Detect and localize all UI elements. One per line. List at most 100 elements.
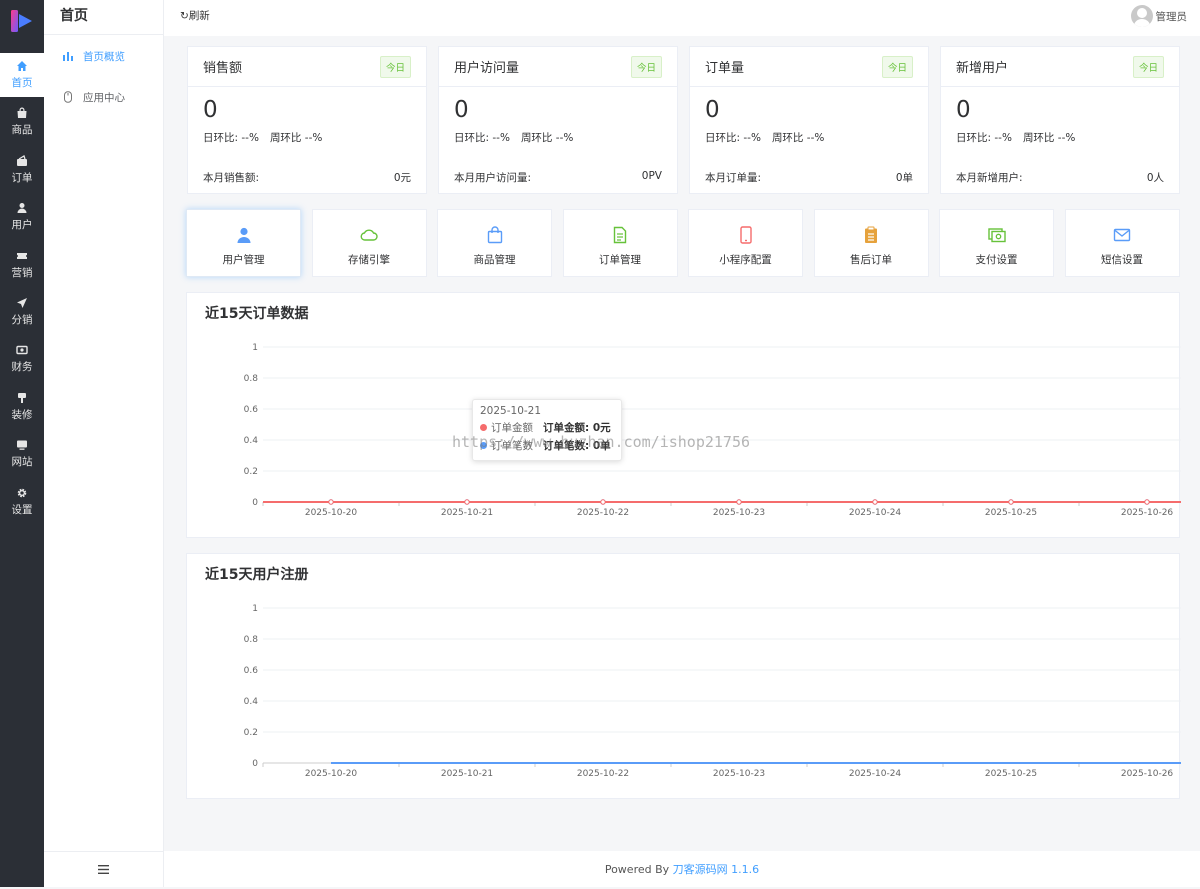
x-tick-label: 2025-10-21	[441, 508, 493, 518]
stat-title: 订单量	[705, 61, 745, 76]
rail-item-8[interactable]: 网站	[0, 432, 44, 476]
day-ratio: 日环比: --%	[203, 132, 259, 144]
user-chart-panel: 近15天用户注册 0 0.2 0.4 0.6 0.8 1 2025-10-20 2025-10…	[186, 553, 1181, 799]
x-tick-label: 2025-10-23	[713, 508, 765, 518]
order-chart-panel: 近15天订单数据 0 0.2 0.4 0.6 0.8 1 2025-10-20 2025-10…	[186, 292, 1181, 538]
rail-item-3[interactable]: 用户	[0, 195, 44, 239]
quick-entry-label: 小程序配置	[719, 254, 772, 266]
stat-value: 0	[454, 97, 469, 123]
stat-card-header: 销售额 今日	[188, 47, 426, 87]
rail-item-label: 用户	[11, 219, 33, 232]
money-icon	[16, 346, 28, 355]
y-tick-label: 0.6	[244, 405, 259, 415]
quick-entry-label: 订单管理	[599, 254, 641, 266]
y-tick-label: 1	[252, 604, 258, 614]
brush-icon	[18, 392, 26, 403]
data-point	[736, 499, 742, 505]
data-point	[1008, 499, 1014, 505]
stat-value: 0	[705, 97, 720, 123]
series-dot	[480, 424, 487, 431]
rail-item-label: 订单	[11, 171, 33, 184]
quick-entry[interactable]: 售后订单	[813, 209, 929, 277]
rail-item-9[interactable]: 设置	[0, 480, 44, 524]
stat-ratios: 日环比: --% 周环比 --%	[956, 130, 1086, 145]
rail-item-label: 商品	[11, 124, 33, 137]
month-label: 本月新增用户:	[956, 172, 1023, 184]
stat-ratios: 日环比: --% 周环比 --%	[454, 130, 584, 145]
gear-icon	[17, 488, 27, 497]
main-nav-rail: 首页商品订单用户营销分销财务装修网站设置	[0, 0, 44, 887]
quick-entry[interactable]: 支付设置	[939, 209, 1054, 277]
user-name: 管理员	[1155, 10, 1188, 23]
quick-entry[interactable]: 商品管理	[437, 209, 552, 277]
stat-value: 0	[956, 97, 971, 123]
day-ratio: 日环比: --%	[956, 132, 1012, 144]
rail-item-label: 营销	[11, 266, 33, 279]
user-line-chart: 0 0.2 0.4 0.6 0.8 1 2025-10-20 2025-10-21 2025-1…	[244, 604, 1181, 779]
rail-item-label: 网站	[11, 456, 33, 469]
y-tick-label: 0.2	[244, 728, 258, 738]
stat-month: 本月新增用户: 0人	[956, 170, 1164, 185]
sub-item-label: 首页概览	[83, 50, 125, 63]
rail-item-label: 财务	[11, 361, 33, 374]
data-point	[1144, 499, 1150, 505]
month-value: 0元	[393, 172, 411, 184]
rail-item-4[interactable]: 营销	[0, 243, 44, 287]
quick-entry[interactable]: 存储引擎	[311, 209, 427, 277]
rail-item-1[interactable]: 商品	[0, 100, 44, 144]
rail-item-6[interactable]: 财务	[0, 337, 44, 381]
refresh-label: 刷新	[188, 10, 210, 22]
stat-card: 新增用户 今日 0 日环比: --% 周环比 --% 本月新增用户: 0人	[940, 46, 1180, 194]
tooltip-date: 2025-10-21	[480, 405, 542, 417]
clipboard-icon	[865, 226, 877, 243]
stat-card-header: 新增用户 今日	[941, 47, 1179, 87]
rail-item-label: 设置	[11, 503, 33, 516]
sub-nav: 首页 首页概览 应用中心	[44, 0, 164, 887]
cloud-icon	[360, 229, 378, 241]
week-ratio: 周环比 --%	[1022, 132, 1076, 144]
x-tick-label: 2025-10-23	[713, 769, 765, 779]
rail-item-7[interactable]: 装修	[0, 385, 44, 429]
x-tick-label: 2025-10-21	[441, 769, 493, 779]
bar-chart-icon	[63, 52, 73, 61]
user-menu[interactable]: 管理员	[1130, 5, 1188, 27]
stat-title: 用户访问量	[454, 61, 520, 76]
user-icon	[17, 203, 27, 214]
y-tick-label: 1	[252, 343, 258, 353]
stat-card-header: 用户访问量 今日	[439, 47, 677, 87]
y-tick-label: 0	[252, 498, 258, 508]
stat-month: 本月销售额: 0元	[203, 170, 411, 185]
rail-item-0[interactable]: 首页	[0, 53, 44, 97]
stat-ratios: 日环比: --% 周环比 --%	[203, 130, 333, 145]
x-tick-label: 2025-10-25	[985, 508, 1037, 518]
quick-entry[interactable]: 短信设置	[1064, 209, 1180, 277]
rail-item-2[interactable]: 订单	[0, 148, 44, 192]
sub-item-app-center[interactable]: 应用中心	[44, 77, 163, 117]
rail-item-5[interactable]: 分销	[0, 290, 44, 334]
month-label: 本月用户访问量:	[454, 172, 532, 184]
order-line-chart: 00.20.40.60.812025-10-20 2025-10-21 2025-1…	[244, 343, 1181, 518]
x-tick-label: 2025-10-26	[1121, 769, 1174, 779]
ticket-icon	[17, 252, 27, 259]
quick-entry[interactable]: 小程序配置	[688, 209, 803, 277]
month-value: 0人	[1146, 172, 1164, 184]
quick-entry-label: 用户管理	[222, 254, 265, 266]
mouse-icon	[64, 91, 72, 103]
sub-item-overview[interactable]: 首页概览	[44, 36, 163, 76]
quick-entry-label: 短信设置	[1101, 254, 1143, 266]
menu-icon	[98, 865, 109, 874]
avatar	[1130, 5, 1153, 27]
x-tick-label: 2025-10-24	[849, 508, 902, 518]
quick-entry-label: 售后订单	[850, 254, 892, 266]
refresh-button[interactable]: ↻刷新	[180, 8, 210, 23]
quick-entry[interactable]: 用户管理	[186, 209, 301, 277]
quick-entry[interactable]: 订单管理	[562, 209, 678, 277]
collapse-menu-button[interactable]	[44, 851, 163, 887]
data-point	[464, 499, 470, 505]
home-icon	[17, 61, 27, 71]
stat-card: 用户访问量 今日 0 日环比: --% 周环比 --% 本月用户访问量: 0PV	[438, 46, 678, 194]
y-tick-label: 0.8	[244, 374, 259, 384]
x-tick-label: 2025-10-20	[305, 508, 358, 518]
footer-link[interactable]: 刀客源码网 1.1.6	[673, 863, 760, 876]
shopping-bag-icon	[487, 226, 502, 244]
